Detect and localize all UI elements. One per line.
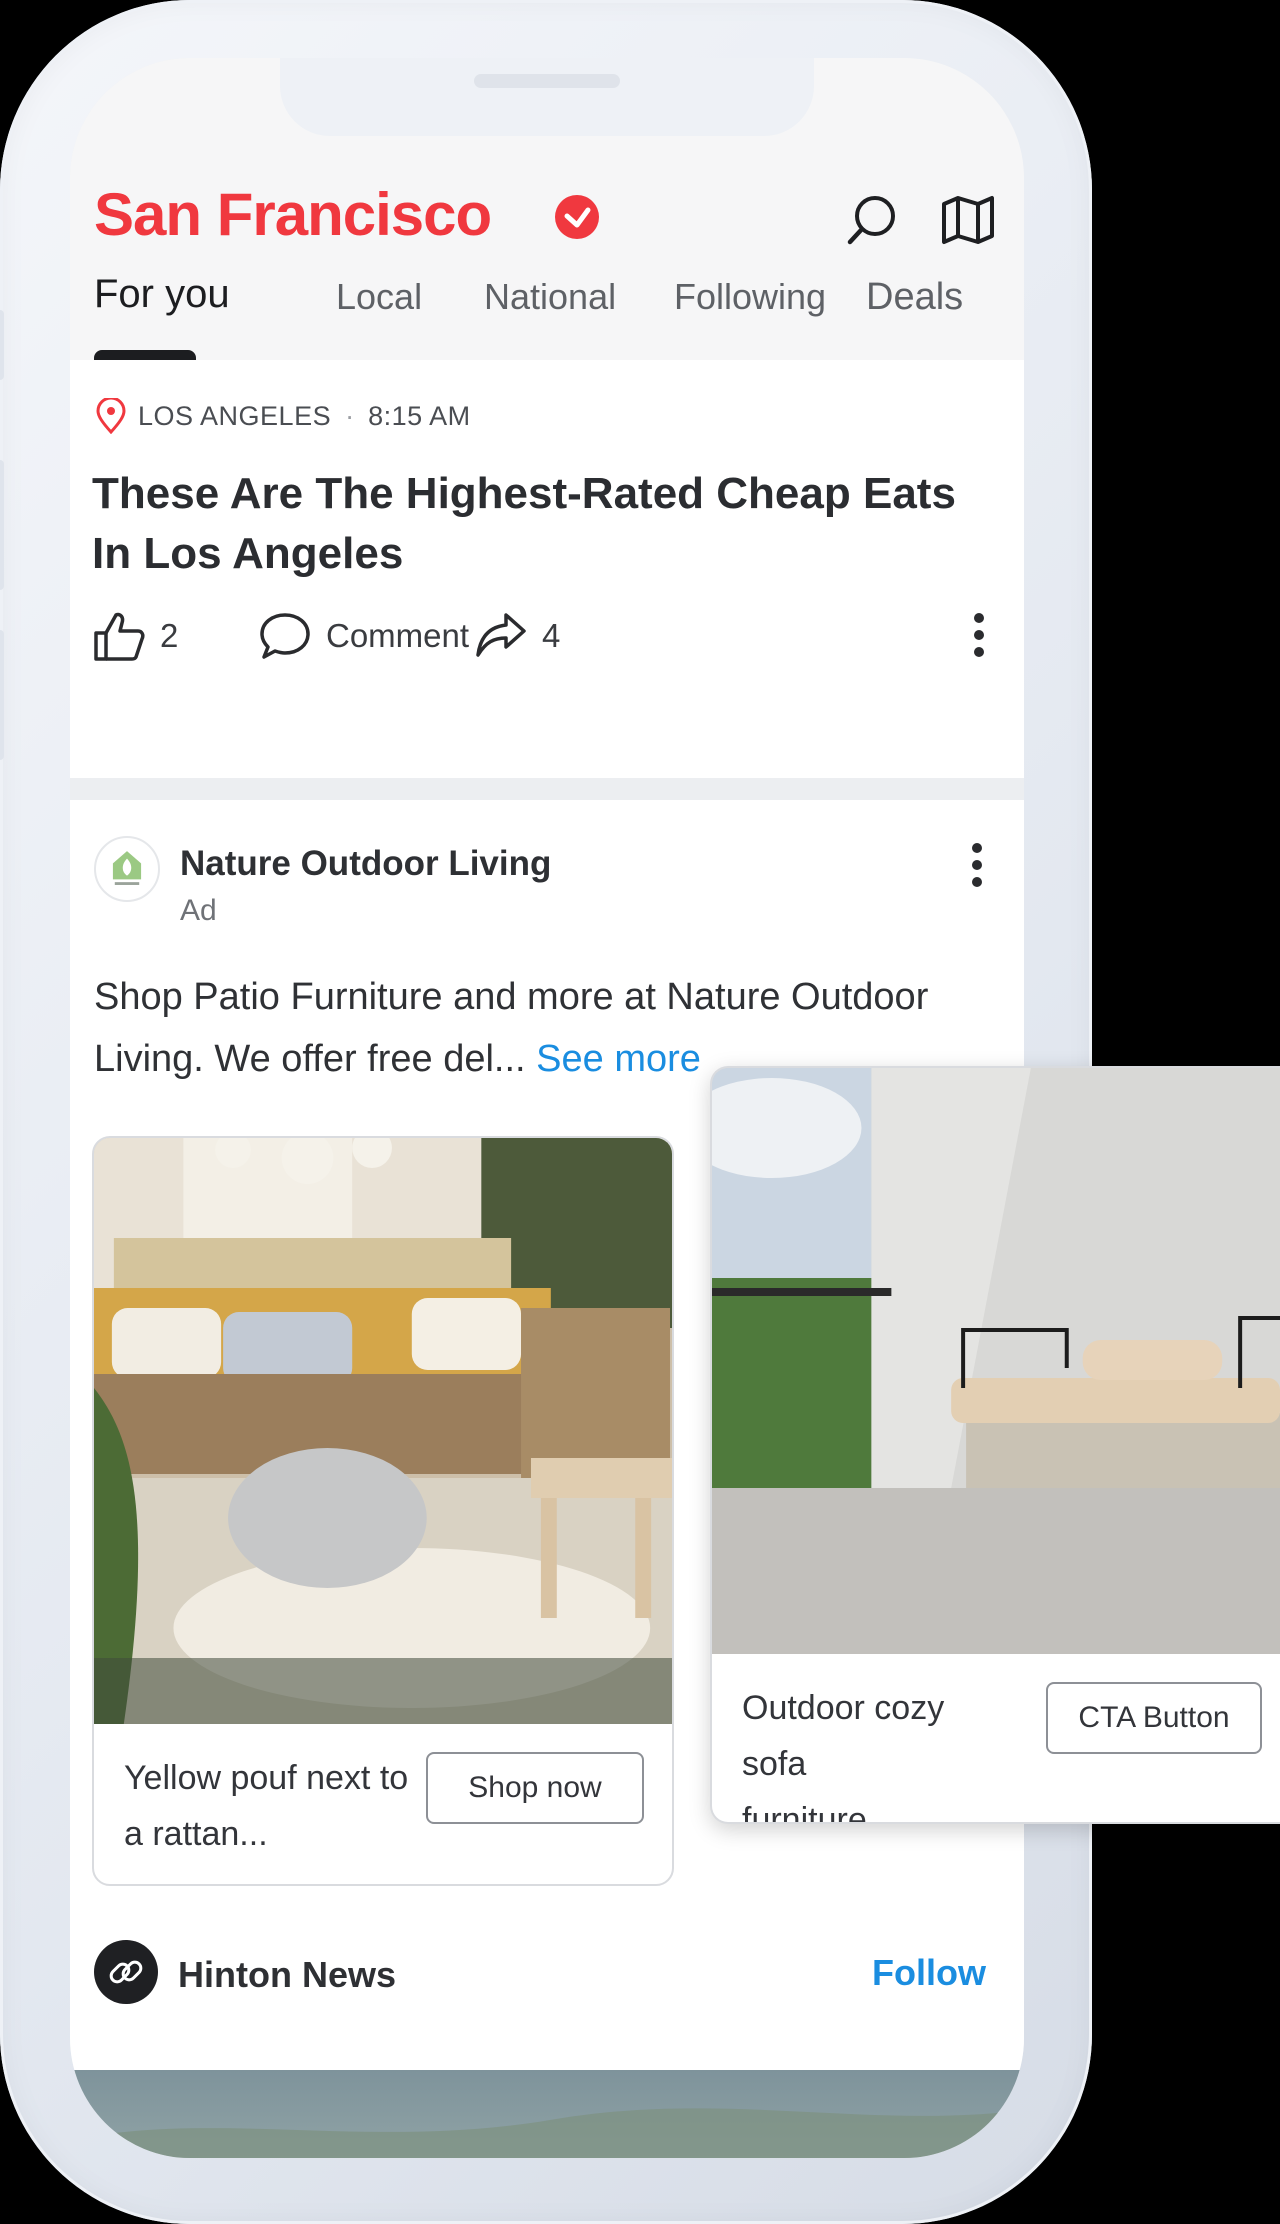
brand-logo[interactable] (94, 836, 160, 902)
earpiece-speaker (474, 74, 620, 88)
tab-for-you[interactable]: For you (94, 272, 230, 317)
location-pin-icon (96, 398, 126, 434)
news-source-row: Hinton News Follow (70, 1930, 1024, 2022)
product-card[interactable]: Yellow pouf next to a rattan... Shop now (92, 1136, 674, 1886)
verified-check-icon (555, 195, 599, 239)
see-more-link[interactable]: See more (536, 1038, 701, 1080)
meta-separator: · (345, 400, 355, 431)
search-icon[interactable] (844, 192, 900, 248)
tab-local[interactable]: Local (336, 276, 422, 318)
brand-name[interactable]: Nature Outdoor Living (180, 844, 551, 884)
product-caption: Yellow pouf next to a rattan... (124, 1759, 409, 1853)
article-headline[interactable]: These Are The Highest-Rated Cheap Eats I… (92, 464, 972, 584)
comment-icon (260, 613, 310, 659)
tab-national[interactable]: National (484, 276, 616, 318)
leaf-house-logo-icon (112, 851, 142, 885)
share-button[interactable]: 4 (474, 608, 560, 664)
city-title[interactable]: San Francisco (94, 180, 492, 249)
like-count: 2 (160, 617, 179, 654)
product-card[interactable]: Outdoor cozy sofa furniture... CTA Butto… (710, 1066, 1280, 1824)
more-options-icon[interactable] (972, 612, 986, 658)
phone-notch (280, 58, 814, 136)
tab-following[interactable]: Following (674, 276, 826, 318)
ad-label: Ad (180, 894, 217, 927)
article-location: LOS ANGELES (138, 400, 332, 431)
card-divider (70, 778, 1024, 800)
share-count: 4 (542, 617, 561, 654)
patio-product-image (94, 1138, 672, 1724)
comment-button[interactable]: Comment (258, 608, 469, 664)
news-cover-image (70, 2070, 1024, 2158)
map-icon[interactable] (940, 194, 996, 246)
stage: San Francisco For you Local National Fol… (0, 0, 1280, 2224)
share-icon (476, 613, 526, 657)
feed-tabs: For you Local National Following Deals (86, 272, 1016, 360)
article-card[interactable]: LOS ANGELES · 8:15 AM These Are The High… (70, 360, 1024, 778)
article-time: 8:15 AM (368, 400, 471, 431)
article-meta: LOS ANGELES · 8:15 AM (94, 396, 471, 436)
product-caption: Outdoor cozy sofa furniture... (742, 1689, 945, 1824)
source-name[interactable]: Hinton News (178, 1954, 396, 1996)
comment-label: Comment (326, 617, 470, 654)
mute-switch (0, 310, 4, 380)
thumbs-up-icon (94, 612, 145, 661)
follow-button[interactable]: Follow (872, 1952, 986, 1994)
more-options-icon[interactable] (970, 842, 984, 888)
link-icon (109, 1960, 143, 1984)
cta-button[interactable]: CTA Button (1046, 1682, 1262, 1754)
article-actions: 2 Comment 4 (92, 608, 1012, 668)
like-button[interactable]: 2 (92, 608, 178, 664)
volume-down-button (0, 630, 4, 760)
sofa-product-image (712, 1068, 1280, 1654)
tab-deals[interactable]: Deals (866, 276, 963, 319)
shop-now-button[interactable]: Shop now (426, 1752, 644, 1824)
source-avatar[interactable] (94, 1940, 158, 2004)
volume-up-button (0, 460, 4, 590)
ad-description-text: Shop Patio Furniture and more at Nature … (94, 976, 929, 1080)
